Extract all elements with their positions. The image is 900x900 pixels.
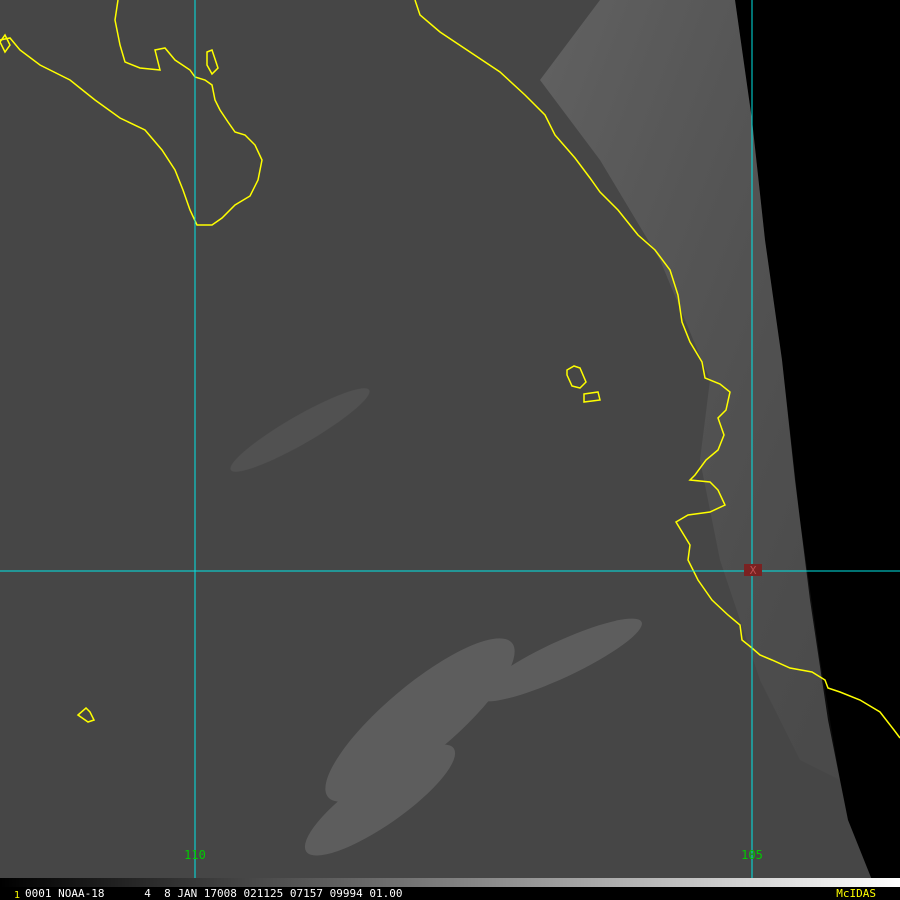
frame-number: 1 — [14, 890, 20, 900]
storm-center-marker: X — [744, 564, 762, 577]
satellite-image-viewer[interactable]: X 110 105 1 0001 NOAA-18 4 8 JAN 17008 0… — [0, 0, 900, 900]
satellite-image: X 110 105 1 0001 NOAA-18 4 8 JAN 17008 0… — [0, 0, 900, 900]
software-label: McIDAS — [836, 887, 876, 900]
longitude-label-110: 110 — [184, 848, 206, 862]
longitude-label-105: 105 — [741, 848, 763, 862]
image-info-text: 0001 NOAA-18 4 8 JAN 17008 021125 07157 … — [25, 887, 403, 900]
storm-center-marker-label: X — [750, 564, 757, 577]
